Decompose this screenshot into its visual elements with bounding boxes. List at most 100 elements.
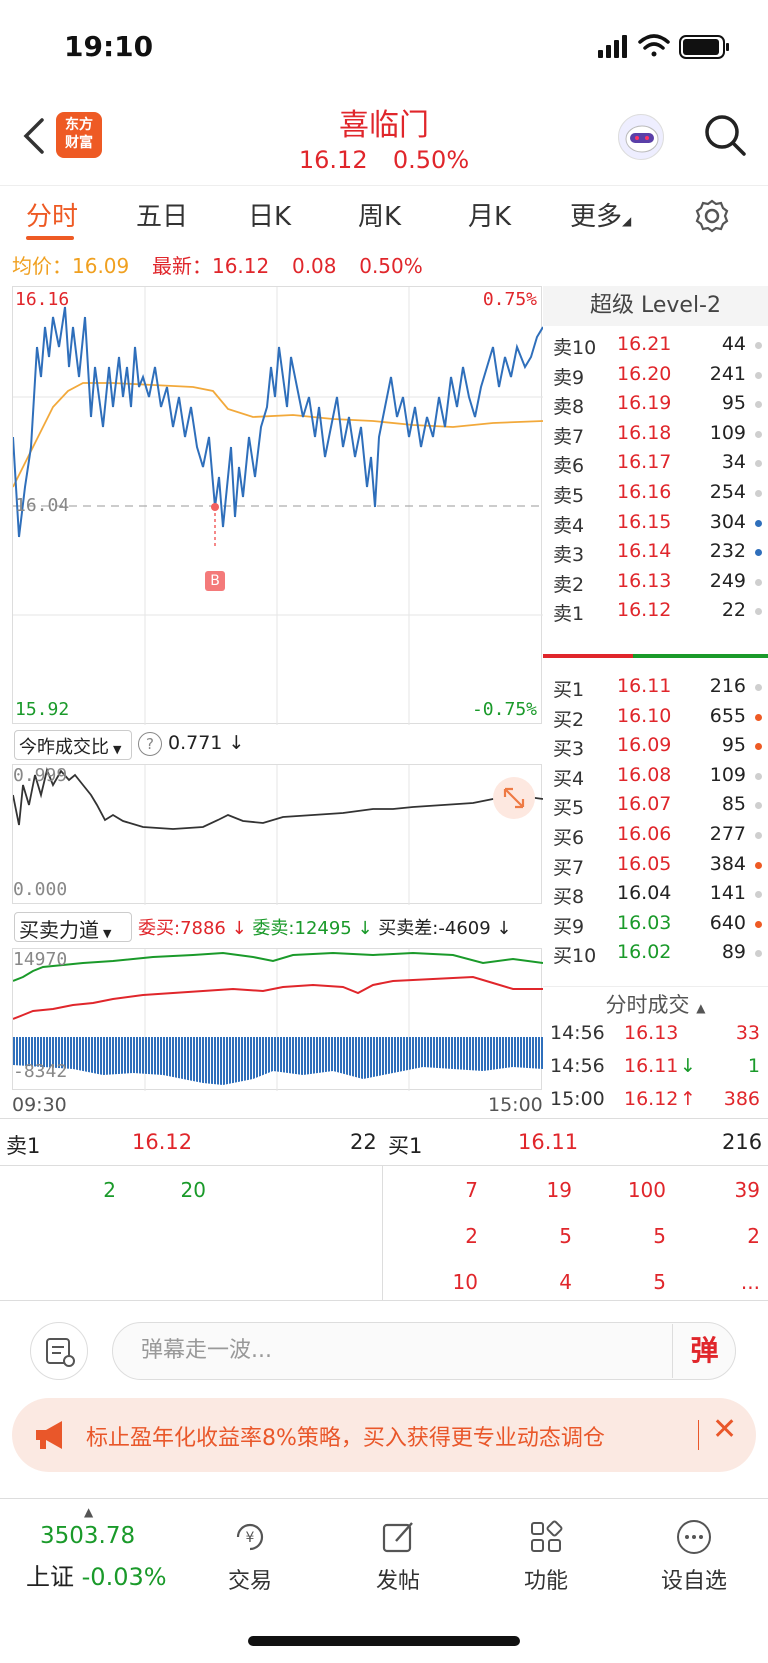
tab-more[interactable]: 更多◢	[570, 196, 631, 233]
bid-row[interactable]: 买9 16.03 640	[543, 909, 768, 939]
compose-icon	[382, 1522, 413, 1553]
nav-add-watchlist[interactable]: 设自选	[644, 1563, 744, 1595]
bid-row[interactable]: 买2 16.10 655	[543, 702, 768, 732]
bid-queue-order: 19	[546, 1178, 572, 1202]
danmaku-send-button[interactable]: 弹	[672, 1324, 736, 1378]
order-dot-icon	[755, 549, 762, 557]
bid-label: 买10	[553, 945, 597, 968]
close-icon[interactable]: ✕	[712, 1412, 737, 1447]
help-icon[interactable]: ?	[138, 732, 162, 756]
ask-label: 卖1	[553, 603, 585, 626]
time-end: 15:00	[488, 1094, 543, 1116]
force-axis-bottom: -8342	[13, 1061, 68, 1082]
ask-volume: 254	[709, 481, 746, 503]
bid-volume: 141	[709, 882, 746, 905]
caret-down-icon: ▼	[113, 743, 122, 756]
order-dot-icon	[755, 490, 762, 497]
caret-up-icon: ▲	[84, 1505, 94, 1519]
ask-row[interactable]: 卖2 16.13 249	[543, 567, 768, 597]
intraday-chart[interactable]: 16.16 16.04 15.92 0.75% -0.75% B	[12, 286, 543, 725]
index-value[interactable]: 3503.78	[40, 1523, 135, 1549]
bid-volume: 109	[709, 763, 746, 786]
ask-volume: 95	[721, 392, 746, 415]
bid-queue-order: 4	[559, 1270, 572, 1294]
ask-row[interactable]: 卖8 16.19 95	[543, 389, 768, 419]
ask-row[interactable]: 卖10 16.21 44	[543, 330, 768, 360]
bid-label: 买3	[553, 738, 585, 761]
ask-row[interactable]: 卖6 16.17 34	[543, 448, 768, 478]
bid-row[interactable]: 买3 16.09 95	[543, 731, 768, 761]
bid-price: 16.08	[617, 763, 672, 786]
tick-arrow: ↑	[680, 1088, 696, 1110]
ask-volume: 44	[721, 333, 746, 355]
nav-post[interactable]: 发帖	[348, 1563, 448, 1595]
buy-marker-dot	[211, 503, 219, 511]
comment-list-icon[interactable]	[30, 1322, 88, 1380]
bid-queue-order: 5	[653, 1224, 666, 1248]
ask-label: 卖4	[553, 514, 585, 537]
ask-row[interactable]: 卖3 16.14 232	[543, 537, 768, 567]
robot-assistant-icon[interactable]	[618, 114, 664, 160]
bid-price: 16.10	[617, 704, 672, 727]
tab-day-k[interactable]: 日K	[248, 196, 291, 233]
settings-gear-icon[interactable]	[694, 198, 730, 234]
tab-active-indicator	[26, 236, 74, 240]
ask-label: 卖9	[553, 366, 585, 389]
promo-banner[interactable]: 标止盈年化收益率8%策略，买入获得更专业动态调仓 ✕	[12, 1398, 756, 1472]
ask-row[interactable]: 卖4 16.15 304	[543, 508, 768, 538]
ratio-line	[13, 767, 543, 830]
tab-5day[interactable]: 五日	[136, 196, 188, 233]
tick-volume: 33	[735, 1022, 760, 1044]
tab-month-k[interactable]: 月K	[468, 196, 511, 233]
nav-trade[interactable]: 交易	[200, 1563, 300, 1595]
tab-week-k[interactable]: 周K	[358, 196, 401, 233]
index-change: -0.03%	[81, 1563, 167, 1591]
bid-price: 16.05	[617, 852, 672, 875]
nav-functions[interactable]: 功能	[496, 1563, 596, 1595]
bid-row[interactable]: 买5 16.07 85	[543, 790, 768, 820]
header-price: 16.12	[298, 146, 368, 174]
bid-row[interactable]: 买4 16.08 109	[543, 761, 768, 791]
expand-arrows-icon[interactable]	[493, 777, 535, 819]
bid-row[interactable]: 买8 16.04 141	[543, 879, 768, 909]
ratio-selector[interactable]: 今昨成交比 ▼	[14, 730, 132, 760]
bid-label: 买6	[553, 827, 585, 849]
buy-marker-badge[interactable]: B	[205, 571, 225, 591]
ask-ratio-bar	[633, 654, 768, 658]
ask-volume: 241	[709, 362, 746, 385]
danmaku-input[interactable]: 弹幕走一波...	[112, 1322, 736, 1380]
ask-row[interactable]: 卖9 16.20 241	[543, 360, 768, 390]
order-dot-icon	[755, 861, 762, 869]
search-icon[interactable]	[700, 110, 750, 160]
index-summary[interactable]: 上证 -0.03%	[26, 1557, 167, 1592]
ask-row[interactable]: 卖1 16.12 22	[543, 596, 768, 626]
level2-title[interactable]: 超级 Level-2	[543, 286, 768, 326]
force-chart[interactable]: 14970 -8342	[12, 948, 543, 1091]
queue-ask-vol: 22	[350, 1130, 377, 1154]
bid-row[interactable]: 买1 16.11 216	[543, 672, 768, 702]
ratio-axis-bottom: 0.000	[13, 879, 68, 900]
bid-row[interactable]: 买6 16.06 277	[543, 820, 768, 850]
queue-bid-price: 16.11	[518, 1130, 579, 1154]
ask-row[interactable]: 卖5 16.16 254	[543, 478, 768, 508]
ask-label: 卖6	[553, 455, 585, 478]
tab-intraday[interactable]: 分时	[26, 196, 78, 233]
order-dot-icon	[755, 832, 762, 839]
bid-row[interactable]: 买10 16.02 89	[543, 938, 768, 968]
ask-label: 卖10	[553, 337, 597, 359]
ticks-title[interactable]: 分时成交 ▲	[543, 986, 768, 1022]
bid-price: 16.04	[617, 882, 672, 905]
ask-volume: 232	[709, 540, 746, 563]
ask-row[interactable]: 卖7 16.18 109	[543, 419, 768, 449]
force-selector[interactable]: 买卖力道 ▼	[14, 912, 132, 942]
wifi-icon	[638, 34, 670, 57]
ask-label: 卖2	[553, 573, 585, 596]
ask-price: 16.16	[617, 481, 672, 503]
bid-volume: 655	[709, 704, 746, 727]
bid-volume: 384	[709, 852, 746, 875]
queue-header: 卖1 16.12 22 买1 16.11 216	[0, 1120, 768, 1166]
volume-ratio-chart[interactable]: 0.999 0.000	[12, 764, 543, 905]
ask-price: 16.13	[617, 569, 672, 592]
bid-price: 16.09	[617, 734, 672, 757]
bid-row[interactable]: 买7 16.05 384	[543, 850, 768, 880]
